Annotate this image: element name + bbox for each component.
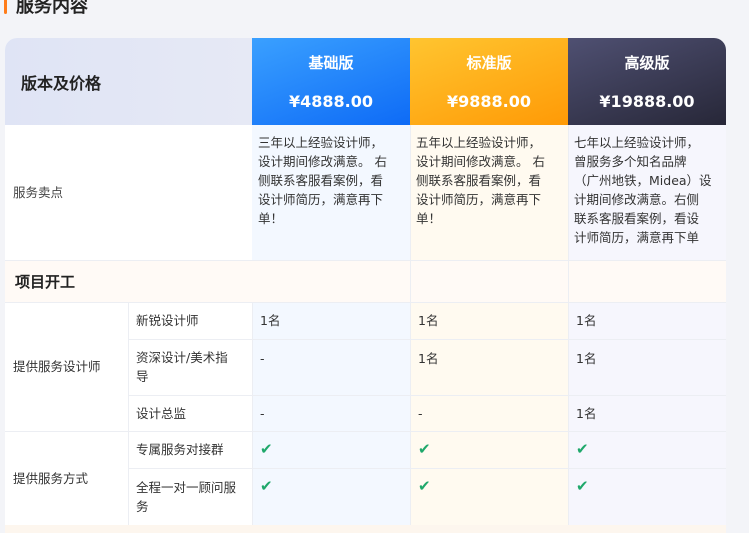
check-icon: ✔: [576, 476, 589, 495]
divider: [252, 302, 253, 525]
service-method-category: 提供服务方式: [13, 470, 89, 486]
plan-basic-header[interactable]: 基础版 ¥4888.00: [252, 38, 410, 125]
check-icon: ✔: [260, 476, 273, 495]
pro-selling-points: 七年以上经验设计师， 曾服务多个知名品牌 （广州地铁，Midea）设 计期间修改满意。…: [574, 135, 712, 245]
basic-value: -: [260, 350, 265, 366]
basic-selling-points: 三年以上经验设计师， 设计期间修改满意。 右侧联系客服看案例，看 设计师简历，满意再…: [258, 135, 387, 226]
check-icon: ✔: [418, 440, 431, 458]
version-price-label: 版本及价格: [5, 38, 252, 125]
basic-value: -: [260, 405, 265, 421]
pricing-table: 版本及价格 基础版 ¥4888.00 标准版 ¥9888.00 高级版 ¥198…: [5, 38, 726, 533]
plan-standard-price: ¥9888.00: [446, 92, 531, 111]
plan-standard-name: 标准版: [466, 54, 512, 72]
standard-value: 1名: [418, 313, 439, 328]
divider: [128, 339, 726, 340]
plan-standard-header[interactable]: 标准版 ¥9888.00: [410, 38, 568, 125]
basic-value: 1名: [260, 313, 281, 328]
plan-basic-name: 基础版: [308, 54, 354, 72]
check-icon: ✔: [576, 440, 589, 458]
divider: [128, 468, 726, 469]
check-icon: ✔: [418, 476, 431, 495]
divider: [5, 260, 726, 261]
feature-new-designer: 新锐设计师: [136, 313, 199, 328]
pro-value: 1名: [576, 313, 597, 328]
standard-selling-points: 五年以上经验设计师， 设计期间修改满意。 右侧联系客服看案例，看 设计师简历，满意再…: [416, 135, 545, 226]
divider: [5, 302, 726, 303]
divider: [5, 431, 726, 432]
plan-pro-price: ¥19888.00: [599, 92, 695, 111]
plan-basic-price: ¥4888.00: [288, 92, 373, 111]
selling-points-label: 服务卖点: [13, 185, 64, 200]
divider: [568, 125, 569, 525]
accent-bar: [4, 0, 7, 14]
group-project-start: 项目开工: [5, 260, 726, 302]
plan-pro-header[interactable]: 高级版 ¥19888.00: [568, 38, 726, 125]
divider: [410, 125, 411, 525]
feature-design-director: 设计总监: [136, 405, 187, 421]
feature-dedicated-group: 专属服务对接群: [136, 442, 224, 457]
standard-value: -: [418, 405, 423, 421]
check-icon: ✔: [260, 440, 273, 458]
designer-category: 提供服务设计师: [13, 359, 101, 374]
feature-senior-designer: 资深设计/美术指导: [136, 350, 228, 384]
plan-pro-name: 高级版: [624, 54, 670, 72]
pro-value: 1名: [576, 405, 597, 421]
divider: [128, 395, 726, 396]
standard-value: 1名: [418, 350, 439, 366]
divider: [128, 302, 129, 525]
feature-one-on-one-advisor: 全程一对一顾问服务: [136, 479, 237, 514]
next-group-row: [5, 525, 726, 533]
section-header: 服务内容: [4, 0, 88, 18]
section-title: 服务内容: [16, 0, 88, 17]
pro-value: 1名: [576, 350, 597, 366]
